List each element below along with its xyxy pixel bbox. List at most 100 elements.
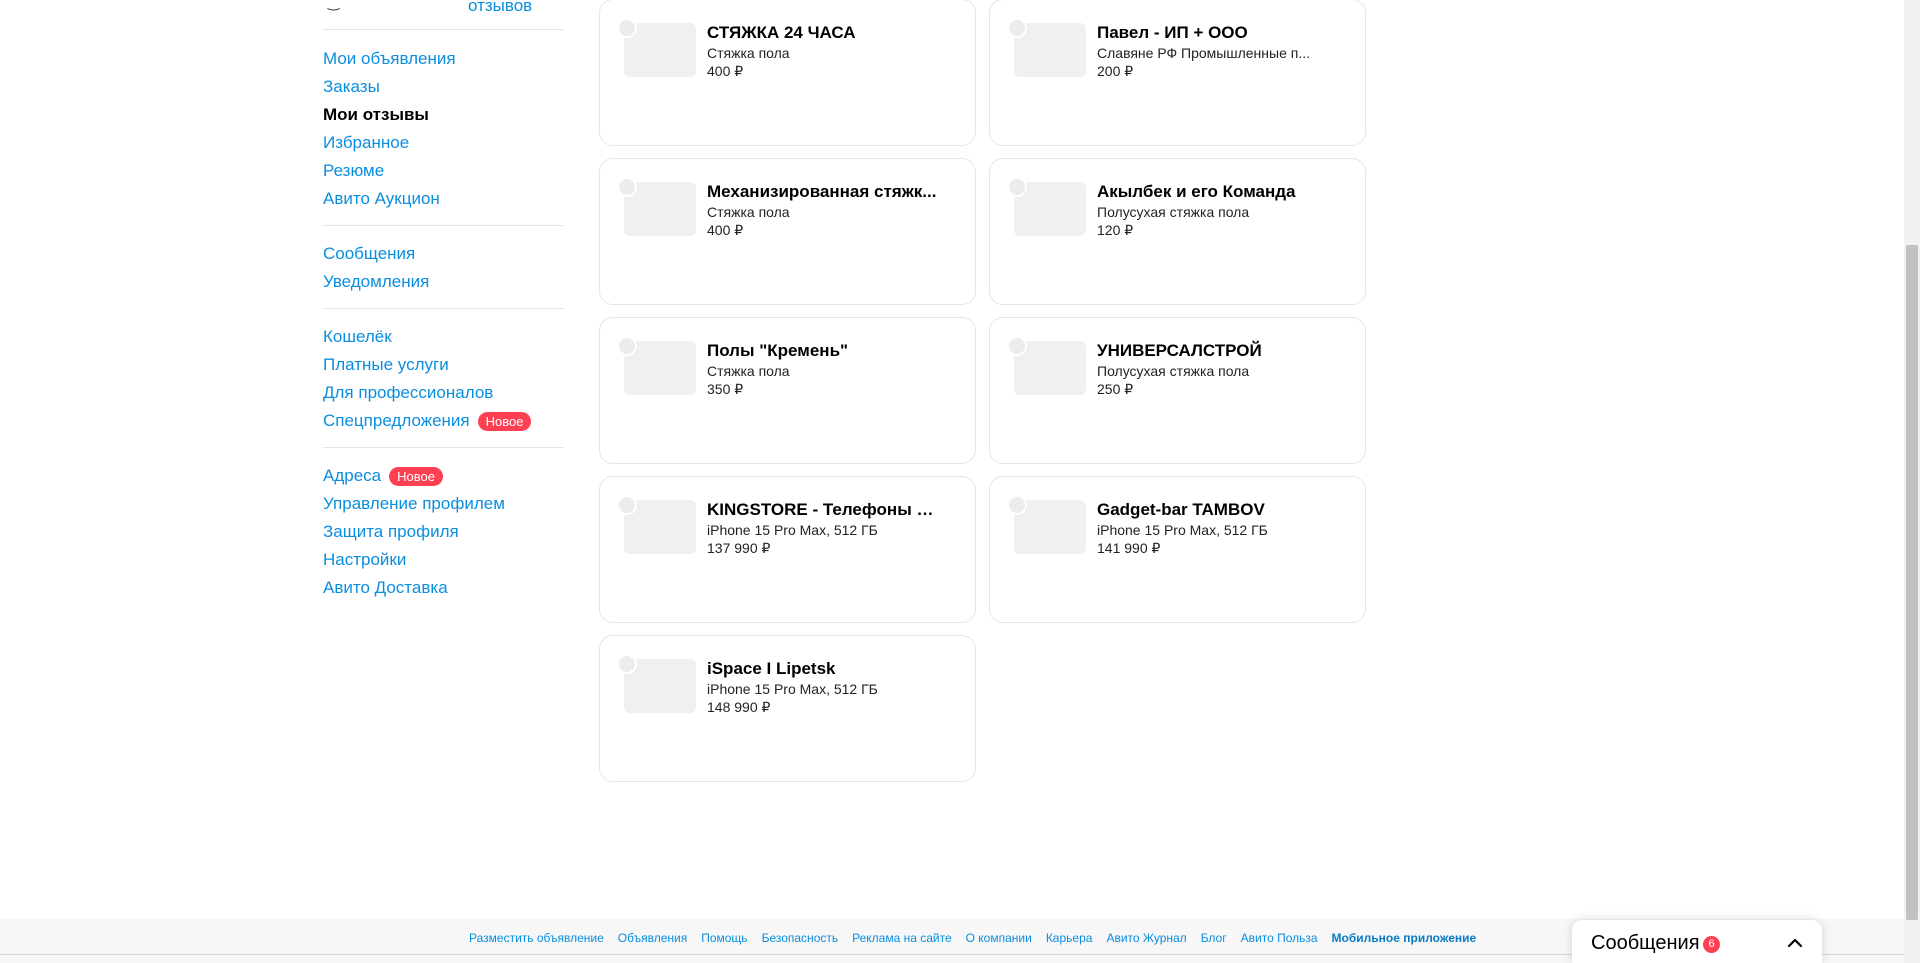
reviews-link[interactable]: отзывов xyxy=(468,0,532,16)
footer-link[interactable]: Авито Журнал xyxy=(1106,931,1186,945)
sidebar-item[interactable]: Авито Доставка xyxy=(323,574,564,602)
item-price: 400 ₽ xyxy=(707,63,744,79)
footer-link[interactable]: Безопасность xyxy=(762,931,839,945)
item-name: iPhone 15 Pro Max, 512 ГБ xyxy=(1097,522,1268,538)
sidebar-item-label: Уведомления xyxy=(323,272,430,291)
item-name: iPhone 15 Pro Max, 512 ГБ xyxy=(707,681,878,697)
avatar xyxy=(617,177,637,197)
item-name: Полусухая стяжка пола xyxy=(1097,204,1250,220)
card-info: Павел - ИП + ООО Славяне РФ Промышленные … xyxy=(1097,22,1327,80)
review-card[interactable]: KINGSTORE - Телефоны и ... iPhone 15 Pro … xyxy=(599,476,976,623)
messenger-widget[interactable]: Сообщения 6 xyxy=(1572,920,1822,963)
footer-link[interactable]: Реклама на сайте xyxy=(852,931,952,945)
sidebar-item[interactable]: Заказы xyxy=(323,73,564,101)
seller-name[interactable]: Акылбек и его Команда xyxy=(1097,181,1327,203)
item-name: Славяне РФ Промышленные п... xyxy=(1097,45,1311,61)
card-info: Механизированная стяжк... Стяжка пола 400 … xyxy=(707,181,937,239)
sidebar-item-label: Заказы xyxy=(323,77,380,96)
sidebar-item[interactable]: Уведомления xyxy=(323,268,564,296)
avatar xyxy=(1007,18,1027,38)
seller-name[interactable]: Gadget-bar TAMBOV xyxy=(1097,499,1327,521)
sidebar-item-label: Для профессионалов xyxy=(323,383,494,402)
footer-link[interactable]: Объявления xyxy=(618,931,687,945)
sidebar-item[interactable]: Спецпредложения Новое xyxy=(323,407,564,435)
chevron-up-icon[interactable] xyxy=(1786,934,1804,952)
review-card[interactable]: Акылбек и его Команда Полусухая стяжка по… xyxy=(989,158,1366,305)
sidebar-group: Кошелёк Платные услуги Для профессионалов С… xyxy=(323,309,564,448)
sidebar-item-label: Авито Доставка xyxy=(323,578,448,597)
footer-link[interactable]: Помощь xyxy=(701,931,747,945)
avatar xyxy=(617,654,637,674)
sidebar-item-label: Сообщения xyxy=(323,244,416,263)
seller-name[interactable]: iSpace I Lipetsk xyxy=(707,658,937,680)
review-card[interactable]: Механизированная стяжк... Стяжка пола 400 … xyxy=(599,158,976,305)
sidebar-item[interactable]: Настройки xyxy=(323,546,564,574)
sidebar-item[interactable]: Адреса Новое xyxy=(323,462,564,490)
sidebar-item[interactable]: Для профессионалов xyxy=(323,379,564,407)
sidebar-item-label: Мои объявления xyxy=(323,49,456,68)
sidebar-item-label: Спецпредложения xyxy=(323,411,470,430)
review-card[interactable]: Gadget-bar TAMBOV iPhone 15 Pro Max, 512 … xyxy=(989,476,1366,623)
seller-name[interactable]: KINGSTORE - Телефоны и ... xyxy=(707,499,937,521)
sidebar-top-fragment: ‿ xyxy=(328,0,340,10)
sidebar-item-label: Кошелёк xyxy=(323,327,392,346)
review-card[interactable]: УНИВЕРСАЛСТРОЙ Полусухая стяжка пола 250 ₽ xyxy=(989,317,1366,464)
sidebar-item[interactable]: Мои отзывы xyxy=(323,101,564,129)
item-name: Полусухая стяжка пола xyxy=(1097,363,1250,379)
sidebar-item[interactable]: Управление профилем xyxy=(323,490,564,518)
sidebar-item-label: Адреса xyxy=(323,466,382,485)
sidebar: ‿ отзывов Мои объявления Заказы Мои отзывы… xyxy=(323,0,564,614)
review-card[interactable]: Полы "Кремень" Стяжка пола 350 ₽ xyxy=(599,317,976,464)
review-card[interactable]: Павел - ИП + ООО Славяне РФ Промышленные … xyxy=(989,0,1366,146)
sidebar-item[interactable]: Сообщения xyxy=(323,240,564,268)
footer-link[interactable]: О компании xyxy=(966,931,1032,945)
sidebar-item[interactable]: Избранное xyxy=(323,129,564,157)
item-price: 148 990 ₽ xyxy=(707,699,771,715)
seller-name[interactable]: СТЯЖКА 24 ЧАСА xyxy=(707,22,937,44)
sidebar-item[interactable]: Мои объявления xyxy=(323,45,564,73)
seller-name[interactable]: Механизированная стяжк... xyxy=(707,181,937,203)
sidebar-item[interactable]: Резюме xyxy=(323,157,564,185)
card-info: KINGSTORE - Телефоны и ... iPhone 15 Pro … xyxy=(707,499,937,557)
sidebar-item-label: Защита профиля xyxy=(323,522,459,541)
footer-link[interactable]: Разместить объявление xyxy=(469,931,604,945)
sidebar-item[interactable]: Защита профиля xyxy=(323,518,564,546)
review-card[interactable]: iSpace I Lipetsk iPhone 15 Pro Max, 512 Г… xyxy=(599,635,976,782)
avatar xyxy=(617,336,637,356)
unread-badge: 6 xyxy=(1703,936,1720,953)
item-price: 141 990 ₽ xyxy=(1097,540,1161,556)
sidebar-item[interactable]: Авито Аукцион xyxy=(323,185,564,213)
item-price: 350 ₽ xyxy=(707,381,744,397)
sidebar-item-label: Мои отзывы xyxy=(323,105,429,124)
seller-name[interactable]: УНИВЕРСАЛСТРОЙ xyxy=(1097,340,1327,362)
card-info: Акылбек и его Команда Полусухая стяжка по… xyxy=(1097,181,1327,239)
card-info: СТЯЖКА 24 ЧАСА Стяжка пола 400 ₽ xyxy=(707,22,937,80)
item-name: Стяжка пола xyxy=(707,45,790,61)
footer-link[interactable]: Авито Польза xyxy=(1241,931,1318,945)
avatar xyxy=(617,495,637,515)
review-card[interactable]: СТЯЖКА 24 ЧАСА Стяжка пола 400 ₽ xyxy=(599,0,976,146)
sidebar-item-label: Избранное xyxy=(323,133,410,152)
item-name: Стяжка пола xyxy=(707,363,790,379)
footer-link[interactable]: Блог xyxy=(1201,931,1227,945)
seller-name[interactable]: Полы "Кремень" xyxy=(707,340,937,362)
item-name: Стяжка пола xyxy=(707,204,790,220)
sidebar-item[interactable]: Платные услуги xyxy=(323,351,564,379)
scrollbar-thumb[interactable] xyxy=(1906,245,1918,920)
sidebar-group: Мои объявления Заказы Мои отзывы Избранное Р… xyxy=(323,29,564,226)
card-info: УНИВЕРСАЛСТРОЙ Полусухая стяжка пола 250 ₽ xyxy=(1097,340,1327,398)
footer-link[interactable]: Мобильное приложение xyxy=(1332,931,1477,945)
sidebar-item[interactable]: Кошелёк xyxy=(323,323,564,351)
avatar xyxy=(617,18,637,38)
new-badge: Новое xyxy=(477,411,532,431)
item-price: 400 ₽ xyxy=(707,222,744,238)
footer-link[interactable]: Карьера xyxy=(1046,931,1093,945)
sidebar-group: Сообщения Уведомления xyxy=(323,226,564,309)
sidebar-item-label: Резюме xyxy=(323,161,385,180)
item-name: iPhone 15 Pro Max, 512 ГБ xyxy=(707,522,878,538)
sidebar-item-label: Авито Аукцион xyxy=(323,189,440,208)
avatar xyxy=(1007,177,1027,197)
seller-name[interactable]: Павел - ИП + ООО xyxy=(1097,22,1327,44)
item-price: 250 ₽ xyxy=(1097,381,1134,397)
card-info: Полы "Кремень" Стяжка пола 350 ₽ xyxy=(707,340,937,398)
